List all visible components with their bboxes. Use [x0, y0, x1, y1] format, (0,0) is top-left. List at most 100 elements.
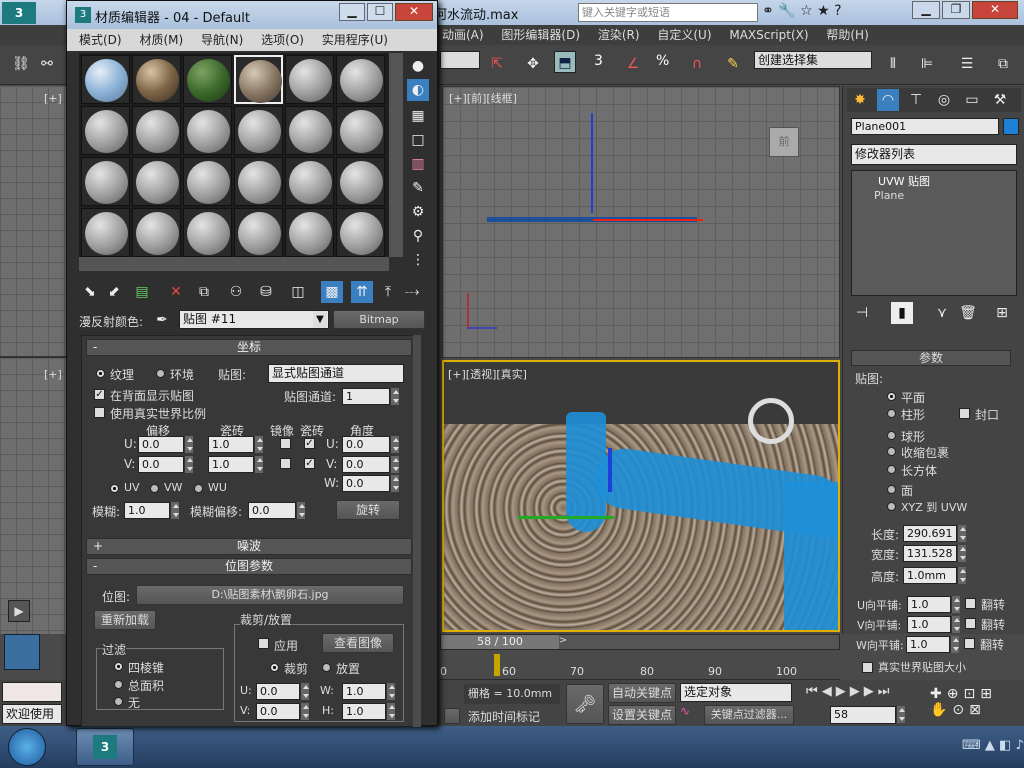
render-setup-icon[interactable]: ⧉ [992, 53, 1014, 75]
show-map-on-back-checkbox[interactable]: ✓ [94, 389, 105, 400]
time-next-icon[interactable]: > [557, 635, 569, 649]
move-icon[interactable]: ✥ [522, 53, 544, 75]
sample-slot[interactable] [132, 157, 181, 206]
modifier-list-dropdown[interactable]: 修改器列表 [851, 144, 1017, 165]
v-flip-checkbox[interactable] [965, 618, 976, 629]
v-tile-field[interactable]: 1.0 [907, 616, 951, 633]
system-tray-icons[interactable]: ⌨ ▲ ◧ ♪ [962, 738, 1024, 753]
mapping-face-radio[interactable] [887, 485, 896, 494]
w-angle-field[interactable]: 0.0 [342, 475, 390, 492]
go-forward-sibling-icon[interactable]: ⤏ [401, 281, 423, 303]
viewport-front[interactable]: [+][前][线框] 前 [442, 86, 840, 358]
map-type-button[interactable]: Bitmap [333, 310, 425, 329]
get-material-icon[interactable]: ⬊ [79, 281, 101, 303]
mapping-planar-radio[interactable] [887, 392, 896, 401]
play-viewport-icon[interactable]: ▶ [8, 600, 30, 622]
time-slider-thumb[interactable]: 58 / 100 [441, 635, 559, 649]
restore-button[interactable]: ❐ [942, 1, 970, 19]
maxscript-listener-input[interactable] [2, 682, 62, 702]
sample-slot[interactable] [285, 55, 334, 104]
sample-slot-pebbles-active[interactable] [234, 55, 283, 104]
current-frame-field[interactable]: 58 [830, 706, 896, 724]
u-tiling-field[interactable]: 1.0 [208, 436, 254, 453]
blur-field[interactable]: 1.0 [124, 502, 170, 519]
menu-maxscript[interactable]: MAXScript(X) [729, 25, 808, 45]
set-key-icon[interactable]: 🗝 [566, 684, 604, 724]
create-tab-icon[interactable]: ✸ [849, 89, 871, 111]
bitmap-params-rollout[interactable]: - 位图参数 [86, 558, 412, 575]
crop-v-field[interactable]: 0.0 [256, 703, 300, 720]
sample-slot[interactable] [234, 208, 283, 257]
map-name-dropdown-icon[interactable]: ▼ [313, 311, 327, 328]
video-color-check-icon[interactable]: ▥ [407, 153, 429, 175]
unlink-icon[interactable]: ⚯ [36, 53, 58, 75]
real-world-scale-checkbox[interactable] [94, 407, 105, 418]
slots-vscroll[interactable] [389, 53, 403, 257]
water-stream-bottom[interactable] [784, 482, 838, 630]
sample-slot[interactable] [336, 106, 385, 155]
filter-none-radio[interactable] [114, 697, 123, 706]
named-selection-dropdown[interactable]: 创建选择集 [754, 51, 872, 69]
crop-h-spinner[interactable] [386, 703, 395, 720]
make-unique-material-icon[interactable]: ⚇ [225, 281, 247, 303]
menu-help[interactable]: 帮助(H) [826, 25, 868, 45]
key-selection-dropdown[interactable]: 选定对象 [680, 683, 792, 702]
show-map-in-viewport-icon[interactable]: ▩ [321, 281, 343, 303]
crop-h-field[interactable]: 1.0 [342, 703, 386, 720]
show-end-result-icon[interactable]: ▮ [891, 302, 913, 324]
sample-slot[interactable] [336, 55, 385, 104]
u-tile-spinner[interactable] [951, 596, 960, 613]
mapping-xyz-radio[interactable] [887, 502, 896, 511]
spinner-snap-icon[interactable]: ∩ [686, 53, 708, 75]
w-flip-checkbox[interactable] [964, 638, 975, 649]
put-to-library-icon[interactable]: ⛁ [255, 281, 277, 303]
sample-type-icon[interactable]: ● [407, 55, 429, 77]
assign-material-icon[interactable]: ▤ [131, 281, 153, 303]
place-radio[interactable] [322, 663, 331, 672]
length-field[interactable]: 290.691 [903, 525, 957, 542]
v-offset-field[interactable]: 0.0 [138, 456, 184, 473]
crop-u-spinner[interactable] [300, 683, 309, 700]
viewcube-ring-icon[interactable] [748, 398, 794, 444]
mat-menu-options[interactable]: 选项(O) [261, 29, 304, 51]
map-name-field[interactable]: 贴图 #11 [179, 310, 329, 329]
mat-menu-material[interactable]: 材质(M) [139, 29, 183, 51]
hierarchy-tab-icon[interactable]: ⊤ [905, 89, 927, 111]
v-tile-checkbox[interactable]: ✓ [304, 458, 315, 469]
crop-w-spinner[interactable] [386, 683, 395, 700]
remove-modifier-icon[interactable]: 🗑 [957, 302, 979, 324]
menu-rendering[interactable]: 渲染(R) [598, 25, 640, 45]
sample-slot[interactable] [81, 208, 130, 257]
put-material-icon[interactable]: ⬋ [103, 281, 125, 303]
add-time-tag[interactable]: 添加时间标记 [464, 708, 560, 726]
key-mode-icon[interactable]: ∿ [680, 704, 694, 724]
stack-item-plane[interactable]: Plane [874, 189, 904, 202]
backlight-icon[interactable]: ◐ [407, 79, 429, 101]
pin-stack-icon[interactable]: ⊣ [851, 302, 873, 324]
link-icon[interactable]: ⛓ [10, 53, 32, 75]
mat-maximize-button[interactable]: ☐ [367, 3, 393, 21]
rotate-button[interactable]: 旋转 [336, 500, 400, 520]
make-preview-icon[interactable]: ✎ [407, 177, 429, 199]
length-spinner[interactable] [957, 525, 966, 542]
motion-tab-icon[interactable]: ◎ [933, 89, 955, 111]
options-icon[interactable]: ⚙ [407, 201, 429, 223]
current-frame-spinner[interactable] [896, 706, 905, 723]
mirror-icon[interactable]: ⫴ [882, 53, 904, 75]
menu-animation[interactable]: 动画(A) [442, 25, 484, 45]
track-bar[interactable]: 0 60 70 80 90 100 [440, 650, 840, 680]
uv-radio[interactable] [110, 484, 119, 493]
v-mirror-checkbox[interactable] [280, 458, 291, 469]
u-tiling-spinner[interactable] [254, 436, 263, 453]
coordinates-rollout[interactable]: - 坐标 [86, 339, 412, 356]
mapping-cylindrical-radio[interactable] [887, 409, 896, 418]
start-orb-icon[interactable] [8, 728, 46, 766]
v-offset-spinner[interactable] [184, 456, 193, 473]
view-image-button[interactable]: 查看图像 [322, 633, 394, 653]
sample-slot[interactable] [132, 106, 181, 155]
u-mirror-checkbox[interactable] [280, 438, 291, 449]
bitmap-path-button[interactable]: D:\贴图素材\鹅卵石.jpg [136, 585, 404, 605]
taskbar-3dsmax-icon[interactable]: 3 [76, 728, 134, 766]
absolute-mode-icon[interactable] [444, 708, 460, 724]
v-angle-field[interactable]: 0.0 [342, 456, 390, 473]
